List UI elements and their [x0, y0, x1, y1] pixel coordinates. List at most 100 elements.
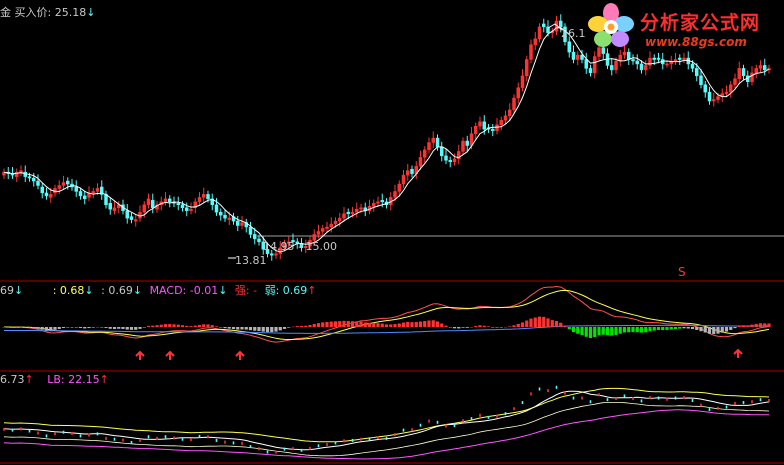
candle-body [410, 168, 414, 174]
macd-hist-bar [435, 321, 440, 327]
candle-body [185, 207, 189, 211]
macd-hist-bar [202, 324, 206, 327]
candle-body [465, 140, 469, 146]
candle-body [754, 68, 758, 74]
macd-hist-bar [261, 327, 265, 332]
lb-tick [572, 396, 575, 400]
lb-tick [258, 447, 260, 451]
candle-body [206, 194, 210, 200]
lb-tick [496, 414, 498, 418]
lb-tick [283, 447, 286, 451]
macd-hist-bar [189, 326, 193, 327]
macd-hist-bar [393, 324, 397, 327]
candle-body [699, 75, 703, 85]
lb-tick [530, 392, 532, 396]
macd-hist-bar [91, 327, 95, 328]
candle-body [32, 177, 36, 182]
macd-hist-bar [316, 323, 321, 327]
macd-hist-bar [274, 327, 278, 332]
macd-hist-bar [176, 324, 180, 327]
lb-lines [3, 385, 770, 460]
candle-body [219, 211, 223, 216]
lb-tick [20, 427, 22, 431]
arrow-up-icon: ↑ [24, 373, 34, 386]
macd-hist-bar [750, 324, 754, 327]
macd-hist-bar [576, 327, 580, 334]
lb-tick [113, 437, 116, 441]
lb-mid-line [3, 390, 770, 451]
macd-hist-bar [648, 327, 652, 332]
candle-body [652, 57, 656, 60]
macd-hist-bar [614, 327, 618, 335]
stock-chart [0, 14, 784, 464]
macd-value-3: : 0.69 [101, 284, 133, 297]
macd-hist-bar [622, 327, 627, 333]
macd-hist-bar [70, 327, 74, 328]
lb-tick [606, 398, 609, 402]
macd-hist-bar [469, 326, 474, 328]
candle-body [631, 59, 635, 62]
macd-hist-bar [410, 322, 414, 327]
macd-hist-bar [512, 325, 516, 327]
candle-body [695, 68, 699, 77]
candle-body [350, 211, 355, 214]
candle-body [406, 170, 410, 176]
candle-body [665, 63, 669, 66]
arrow-down-icon: ↓ [14, 284, 24, 297]
macd-hist-bar [720, 327, 724, 333]
macd-hist-bar [83, 327, 87, 329]
macd-hist-bar [299, 326, 304, 327]
macd-hist-bar [737, 325, 741, 327]
macd-hist-bar [333, 321, 338, 327]
macd-hist-bar [703, 327, 707, 333]
candle-body [321, 228, 325, 232]
macd-lines [3, 285, 770, 360]
candle-body [397, 183, 401, 192]
lb-tick [640, 399, 643, 403]
high-price-label: 26.1 [561, 27, 586, 40]
candle-body [482, 121, 486, 130]
lb-tick [734, 401, 736, 405]
lb-tick [436, 420, 439, 424]
macd-hist-bar [431, 320, 435, 327]
lb-tick [11, 428, 14, 432]
macd-hist-bar [537, 316, 542, 327]
macd-hist-bar [278, 327, 282, 331]
candle-body [525, 59, 529, 77]
macd-hist-bar [699, 327, 703, 332]
arrow-up-icon: ↑ [307, 284, 317, 297]
lb-tick [292, 447, 294, 451]
candle-body [648, 57, 652, 66]
lb-tick [275, 450, 277, 454]
macd-hist-bar [499, 327, 503, 328]
lb-tick [309, 446, 311, 450]
arrow-up-icon: ↑ [99, 373, 109, 386]
candle-body [576, 54, 580, 60]
candle-body [750, 72, 754, 82]
candle-body [66, 180, 70, 185]
macd-hist-bar [372, 322, 376, 327]
macd-hist-bar [112, 327, 117, 330]
macd-hist-bar [597, 327, 601, 336]
macd-hist-bar [159, 324, 163, 327]
macd-hist-bar [104, 327, 108, 328]
candle-body [359, 207, 363, 210]
lb-tick [394, 433, 396, 437]
candle-body [656, 57, 661, 60]
lb-tick [547, 389, 549, 393]
macd-hist-bar [669, 327, 673, 330]
macd-hist-bar [746, 325, 750, 327]
lb-tick [28, 429, 31, 433]
lb-tick [725, 405, 728, 409]
macd-hist-bar [652, 327, 656, 331]
lb-tick [581, 396, 583, 400]
lb-tick [385, 436, 388, 440]
lb-tick [96, 432, 99, 436]
candle-body [516, 87, 520, 99]
lb-tick [555, 385, 558, 389]
candle-body [703, 84, 707, 93]
macd-hist-bar [197, 324, 202, 327]
candle-body [431, 137, 435, 143]
signal-arrow-icon [733, 348, 743, 358]
candle-body [508, 109, 512, 117]
